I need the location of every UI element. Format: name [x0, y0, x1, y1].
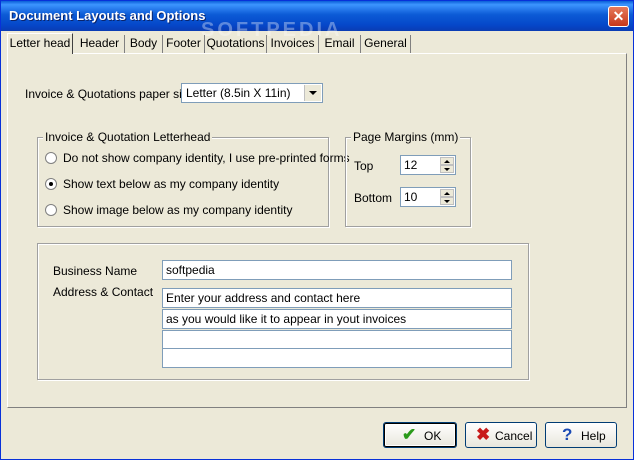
help-label: Help [581, 429, 606, 443]
top-margin-spin [440, 157, 454, 173]
tab-email[interactable]: Email [319, 35, 361, 53]
top-margin-value[interactable]: 12 [404, 158, 417, 172]
letterhead-legend: Invoice & Quotation Letterhead [43, 130, 213, 144]
business-name-label: Business Name [53, 264, 138, 278]
chevron-down-icon[interactable] [304, 85, 321, 101]
window-title: Document Layouts and Options [9, 8, 206, 23]
margins-legend: Page Margins (mm) [351, 130, 461, 144]
address-line-2[interactable]: as you would like it to appear in yout i… [162, 309, 512, 329]
help-icon: ? [562, 425, 573, 444]
spin-up-icon[interactable] [440, 157, 454, 165]
cancel-x-icon: ✖ [476, 425, 491, 444]
tab-letter-head[interactable]: Letter head [7, 33, 73, 54]
tab-quotations[interactable]: Quotations [205, 35, 267, 53]
paper-size-label: Invoice & Quotations paper size [25, 87, 195, 101]
checkmark-icon: ✔ [402, 425, 417, 444]
radio-image-identity[interactable] [45, 204, 57, 216]
cancel-label: Cancel [495, 429, 533, 443]
bottom-margin-label: Bottom [354, 191, 393, 205]
address-line-1[interactable]: Enter your address and contact here [162, 288, 512, 308]
spin-down-icon[interactable] [440, 165, 454, 173]
paper-size-value: Letter (8.5in X 11in) [186, 86, 291, 100]
business-name-input[interactable]: softpedia [162, 260, 512, 280]
close-icon: ✕ [612, 8, 625, 24]
ok-button[interactable]: ✔ OK [383, 422, 457, 448]
tab-header[interactable]: Header [75, 35, 125, 53]
address-line-4[interactable] [162, 348, 512, 368]
spin-down-icon[interactable] [440, 197, 454, 205]
tab-general[interactable]: General [361, 35, 411, 53]
radio-no-identity[interactable] [45, 152, 57, 164]
tab-invoices[interactable]: Invoices [267, 35, 319, 53]
radio-image-identity-label[interactable]: Show image below as my company identity [63, 203, 292, 217]
tab-footer[interactable]: Footer [163, 35, 205, 53]
radio-text-identity[interactable] [45, 178, 57, 190]
radio-text-identity-label[interactable]: Show text below as my company identity [63, 177, 279, 191]
tab-body[interactable]: Body [125, 35, 163, 53]
top-margin-stepper[interactable]: 12 [400, 155, 456, 175]
help-button[interactable]: ? Help [545, 422, 617, 448]
title-bar[interactable]: Document Layouts and Options SOFTPEDIA ✕ [1, 1, 633, 41]
margins-group [345, 137, 471, 227]
address-label: Address & Contact [53, 285, 154, 299]
paper-size-select[interactable]: Letter (8.5in X 11in) [181, 83, 323, 103]
address-line-3[interactable] [162, 330, 512, 350]
dialog-window: Document Layouts and Options SOFTPEDIA ✕… [0, 0, 634, 460]
bottom-margin-spin [440, 189, 454, 205]
bottom-margin-stepper[interactable]: 10 [400, 187, 456, 207]
cancel-button[interactable]: ✖ Cancel [465, 422, 537, 448]
bottom-margin-value[interactable]: 10 [404, 190, 417, 204]
radio-no-identity-label[interactable]: Do not show company identity, I use pre-… [63, 151, 350, 165]
close-button[interactable]: ✕ [608, 6, 629, 27]
top-margin-label: Top [354, 159, 374, 173]
ok-label: OK [424, 429, 442, 443]
spin-up-icon[interactable] [440, 189, 454, 197]
